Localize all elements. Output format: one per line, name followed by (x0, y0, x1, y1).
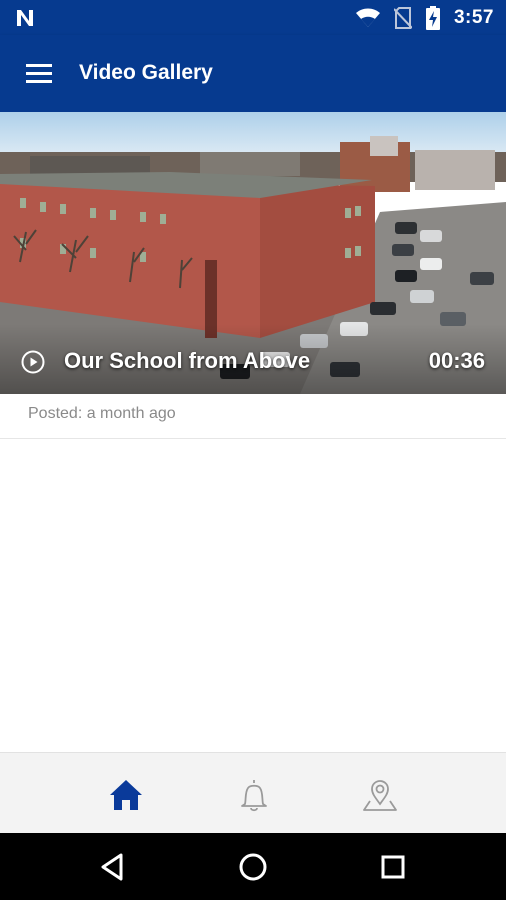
status-time: 3:57 (453, 7, 494, 28)
back-icon[interactable] (97, 851, 129, 883)
home-circle-icon[interactable] (237, 851, 269, 883)
home-icon[interactable] (106, 775, 146, 815)
app-bar: Video Gallery (0, 35, 506, 112)
video-thumbnail[interactable]: Our School from Above 00:36 (0, 112, 506, 394)
no-sim-icon (393, 7, 412, 29)
video-card[interactable]: Our School from Above 00:36 Posted: a mo… (0, 112, 506, 439)
bottom-nav (0, 752, 506, 834)
status-bar: 3:57 (0, 0, 506, 35)
system-navigation-bar (0, 833, 506, 900)
wifi-icon (355, 8, 380, 27)
video-title[interactable]: Our School from Above (64, 348, 310, 374)
recents-icon[interactable] (377, 851, 409, 883)
bell-icon[interactable] (234, 775, 274, 815)
battery-charging-icon (425, 6, 440, 30)
map-pin-icon[interactable] (360, 775, 400, 815)
video-duration: 00:36 (428, 348, 485, 373)
hamburger-menu-icon[interactable] (22, 59, 58, 89)
play-circle-icon[interactable] (21, 350, 45, 374)
page-title: Video Gallery (79, 61, 213, 84)
notification-n-icon (17, 10, 33, 26)
posted-time: Posted: a month ago (28, 405, 176, 422)
